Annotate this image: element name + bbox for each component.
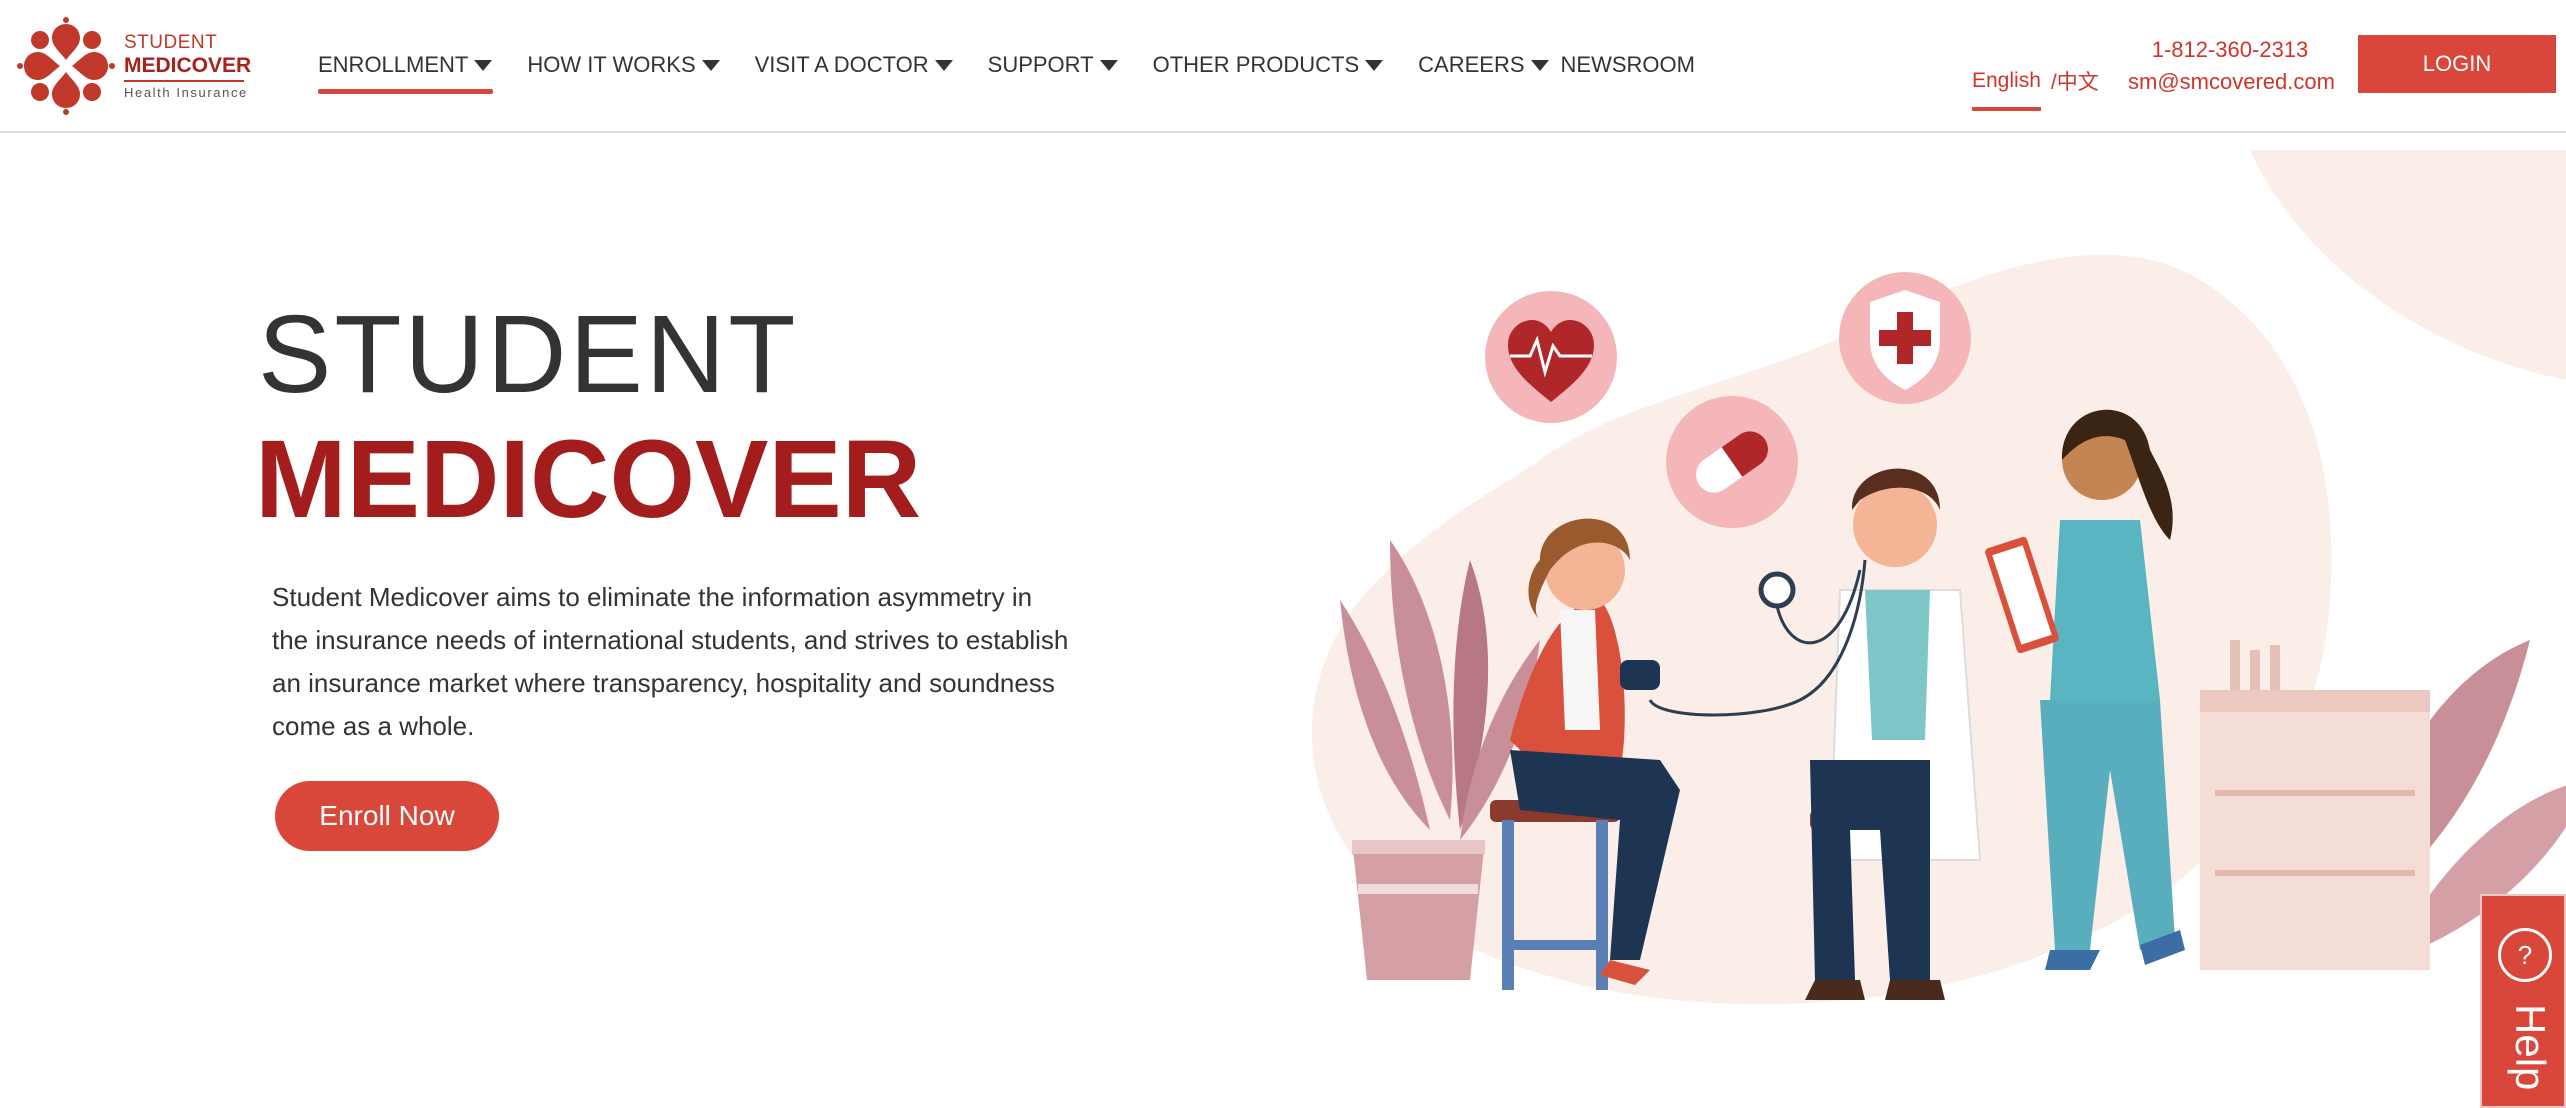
- caret-down-icon: [934, 59, 953, 71]
- phone-link[interactable]: 1-812-360-2313: [2128, 34, 2332, 66]
- logo-line1: STUDENT: [124, 32, 218, 53]
- nav-item-label: NEWSROOM: [1560, 52, 1695, 77]
- corner-blob: [2250, 150, 2566, 380]
- hero-description: Student Medicover aims to eliminate the …: [272, 582, 1069, 741]
- language-switcher: English /中文: [1972, 66, 2099, 111]
- pill-icon: [1666, 396, 1798, 528]
- doctor-visit-illustration: [1312, 150, 2566, 1005]
- nav-item-label: HOW IT WORKS: [527, 52, 696, 77]
- logo-divider: [124, 80, 244, 82]
- heart-icon: [1485, 291, 1617, 423]
- help-widget[interactable]: ? Help: [2480, 894, 2566, 1108]
- contact-info: 1-812-360-2313 sm@smcovered.com: [2128, 34, 2335, 98]
- main-nav: ENROLLMENT HOW IT WORKS VISIT A DOCTOR S…: [318, 48, 1730, 94]
- shield-icon: [1839, 272, 1971, 404]
- site-header: STUDENT MEDICOVER Health Insurance ENROL…: [0, 0, 2566, 133]
- hero-title-line2: MEDICOVER: [255, 418, 922, 541]
- nav-item-enrollment[interactable]: ENROLLMENT: [318, 48, 494, 94]
- caret-down-icon: [474, 59, 493, 71]
- cabinet: [2200, 640, 2430, 970]
- caret-down-icon: [701, 59, 720, 71]
- nav-item-label: OTHER PRODUCTS: [1152, 52, 1360, 77]
- help-label: Help: [2507, 1004, 2554, 1091]
- nav-item-label: ENROLLMENT: [318, 52, 469, 77]
- nav-item-label: SUPPORT: [987, 52, 1094, 77]
- logo-text: STUDENT MEDICOVER Health Insurance: [124, 33, 251, 99]
- question-icon: ?: [2498, 928, 2552, 982]
- logo-line2: MEDICOVER: [124, 54, 252, 77]
- caret-down-icon: [1365, 59, 1384, 71]
- nav-item-other-products[interactable]: OTHER PRODUCTS: [1153, 48, 1384, 82]
- language-chinese[interactable]: /中文: [2051, 66, 2099, 96]
- logo-tagline: Health Insurance: [124, 85, 248, 100]
- nav-item-label: VISIT A DOCTOR: [754, 52, 929, 77]
- email-link[interactable]: sm@smcovered.com: [2128, 66, 2335, 98]
- caret-down-icon: [1099, 59, 1118, 71]
- logo-mark-icon: [17, 17, 115, 115]
- enroll-now-button[interactable]: Enroll Now: [275, 781, 499, 851]
- nav-item-newsroom[interactable]: NEWSROOM: [1561, 48, 1695, 82]
- site-logo[interactable]: STUDENT MEDICOVER Health Insurance: [16, 16, 256, 116]
- caret-down-icon: [1530, 59, 1549, 71]
- login-button[interactable]: LOGIN: [2358, 35, 2556, 93]
- nav-item-support[interactable]: SUPPORT: [988, 48, 1118, 82]
- nav-item-how-it-works[interactable]: HOW IT WORKS: [527, 48, 720, 82]
- nav-item-careers[interactable]: CAREERS: [1418, 48, 1549, 82]
- nav-item-label: CAREERS: [1418, 52, 1525, 77]
- hero-title-line1: STUDENT: [258, 293, 799, 416]
- language-english[interactable]: English: [1972, 69, 2041, 111]
- nav-item-visit-a-doctor[interactable]: VISIT A DOCTOR: [755, 48, 953, 82]
